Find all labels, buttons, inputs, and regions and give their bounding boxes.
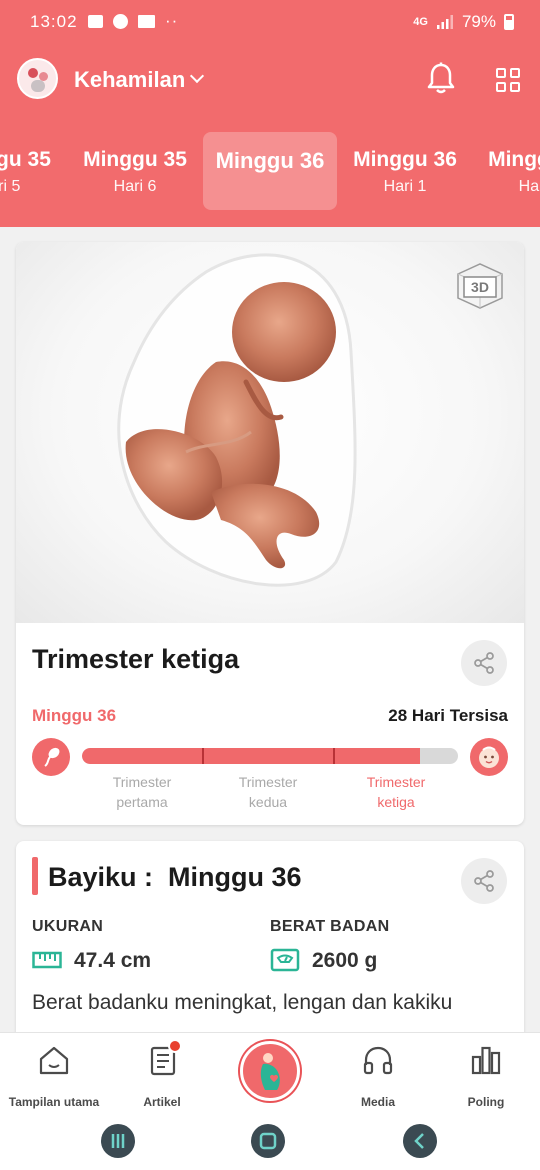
share-button[interactable] [461,640,507,686]
system-navigation-bar [0,1112,540,1170]
weight-label: BERAT BADAN [270,918,390,935]
week-tab[interactable]: Minggu 36 Hari 2 [473,132,540,210]
nav-poll-label: Poling [467,1095,505,1109]
current-week-label: Minggu 36 [32,706,117,725]
week-tab-day: Hari 6 [113,178,157,195]
pregnancy-progress-bar [82,748,458,764]
app-title[interactable]: Kehamilan [74,67,185,93]
trimester-3-label: Trimester ketiga [366,774,426,810]
baby-description: Berat badanku meningkat, lengan dan kaki… [32,991,453,1014]
baby-week-title: Bayiku : Minggu 36 [48,862,302,892]
top-app-bar: Kehamilan [0,56,540,104]
week-tab-label: Minggu 36 [215,148,325,173]
home-button[interactable] [251,1124,285,1158]
share-button[interactable] [461,858,507,904]
status-bar: 13:02 ·· 4G 79% [0,0,540,42]
notification-icons: ·· [88,11,178,31]
3d-view-icon[interactable]: 3D [454,260,506,312]
status-right: 4G 79% [413,12,514,32]
scale-icon [270,948,300,972]
fetus-illustration[interactable]: 3D [16,242,524,623]
week-tab-selected[interactable]: Minggu 36 [203,132,337,210]
headphones-icon [363,1046,393,1075]
pregnancy-center-button[interactable] [240,1041,300,1101]
battery-level: 79% [461,12,496,31]
week-tab[interactable]: Minggu 35 Hari 5 [0,132,66,210]
gallery-icon [88,14,103,28]
nav-article[interactable]: Artikel [108,1043,216,1109]
week-tab-day: Hari 2 [518,178,540,195]
progress-fill [82,748,421,764]
poll-icon [471,1046,501,1075]
bottom-navigation: Tampilan utama Artikel Media Poling [0,1032,540,1112]
size-value: 47.4 cm [74,949,152,972]
days-remaining: 28 Hari Tersisa [388,706,508,725]
section-accent-bar [32,857,38,895]
notification-badge [168,1039,182,1053]
week-tab-day: Hari 5 [0,178,21,195]
sperm-icon [32,738,70,776]
network-type: 4G [413,16,428,28]
nav-poll[interactable]: Poling [432,1043,540,1109]
status-time: 13:02 [30,12,78,31]
nav-article-label: Artikel [143,1095,181,1109]
more-notifications-icon: ·· [165,11,179,30]
week-tab-day: Hari 1 [383,178,427,195]
week-selector: Minggu 35 Hari 5 Minggu 35 Hari 6 Minggu… [0,132,540,212]
nav-media-label: Media [360,1095,395,1109]
trimester-divider [202,748,204,764]
baby-face-icon [470,738,508,776]
pregnancy-icon [260,1053,280,1090]
chevron-down-icon[interactable] [189,68,205,84]
battery-icon [504,14,514,30]
bell-icon[interactable] [426,62,456,96]
trimester-divider [333,748,335,764]
size-label: UKURAN [32,918,104,935]
trimester-card: 3D Trimester ketiga Minggu 36 28 Hari Te… [16,242,524,825]
week-tab[interactable]: Minggu 36 Hari 1 [338,132,472,210]
fetus-image [117,253,357,587]
share-icon [474,870,494,892]
app-header: 13:02 ·· 4G 79% Kehamilan Mi [0,0,540,227]
week-tab-label: Minggu 36 [488,148,540,171]
week-tab[interactable]: Minggu 35 Hari 6 [68,132,202,210]
week-tab-label: Minggu 36 [353,148,457,171]
facebook-icon [113,13,128,29]
ruler-icon [32,951,62,969]
week-tab-label: Minggu 35 [83,148,187,171]
share-icon [474,652,494,674]
grid-menu-icon[interactable] [496,68,520,92]
home-icon [39,1046,69,1075]
weight-value: 2600 g [312,949,378,972]
back-button[interactable] [403,1124,437,1158]
week-tab-label: Minggu 35 [0,148,51,171]
nav-home-label: Tampilan utama [8,1095,100,1109]
trimester-2-label: Trimester kedua [238,774,298,810]
trimester-title: Trimester ketiga [32,644,240,674]
signal-icon [436,15,453,29]
trimester-1-label: Trimester pertama [112,774,172,810]
nav-media[interactable]: Media [324,1043,432,1109]
avatar[interactable] [17,58,58,99]
3d-badge-label: 3D [471,279,489,295]
nav-home[interactable]: Tampilan utama [0,1043,108,1109]
folder-icon [138,14,155,28]
recent-apps-button[interactable] [101,1124,135,1158]
